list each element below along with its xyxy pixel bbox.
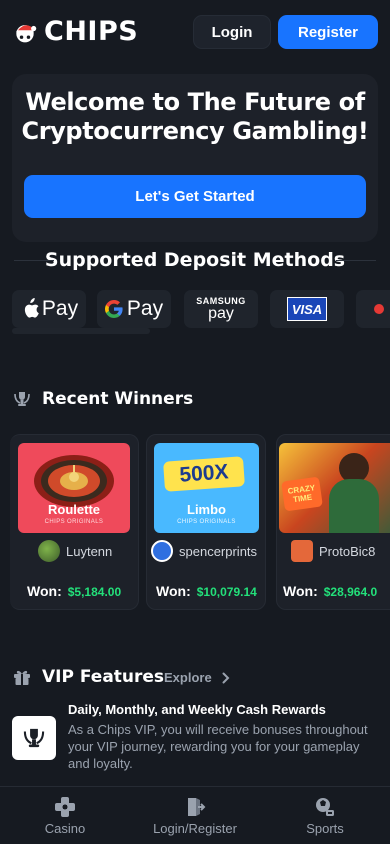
limbo-title: Limbo (187, 502, 226, 517)
winner-card[interactable]: Roulette CHIPS ORIGINALS Luytenn Won: $5… (10, 434, 139, 610)
login-button[interactable]: Login (193, 15, 271, 49)
avatar (151, 540, 173, 562)
recent-winners-title: Recent Winners (42, 389, 194, 409)
samsung-pay-card[interactable]: SAMSUNG pay (184, 290, 258, 328)
chips-logo[interactable]: CHIPS (12, 16, 138, 47)
samsung-pay-bottom-text: pay (208, 305, 234, 322)
won-label: Won: (27, 583, 62, 599)
recent-winners-carousel[interactable]: Roulette CHIPS ORIGINALS Luytenn Won: $5… (0, 434, 390, 612)
vip-feature-description: As a Chips VIP, you will receive bonuses… (68, 722, 368, 771)
limbo-game-thumbnail[interactable]: 500X Limbo CHIPS ORIGINALS (154, 443, 259, 533)
get-started-button[interactable]: Let's Get Started (24, 175, 366, 218)
sports-icon (316, 798, 334, 816)
visa-icon: VISA (287, 297, 327, 321)
deposit-methods-title: Supported Deposit Methods (44, 249, 346, 271)
won-amount: $28,964.0 (323, 585, 378, 599)
crazy-time-text: CRAZY TIME (287, 483, 316, 505)
winner-card[interactable]: CRAZY TIME ProtoBic8 Won: $28,964.0 (276, 434, 390, 610)
carousel-scrollbar[interactable] (12, 328, 150, 334)
roulette-subtitle: CHIPS ORIGINALS (44, 519, 104, 525)
hero-title: Welcome to The Future of Cryptocurrency … (12, 88, 378, 146)
limbo-subtitle: CHIPS ORIGINALS (177, 519, 236, 525)
avatar (38, 540, 60, 562)
vip-feature-title: Daily, Monthly, and Weekly Cash Rewards (68, 702, 326, 717)
host-body (329, 479, 379, 533)
deposit-methods-carousel[interactable]: Pay Pay SAMSUNG pay VISA (0, 290, 390, 330)
winner-user: Luytenn (38, 540, 112, 562)
winner-amount-row: Won: $10,079.14 (156, 583, 257, 599)
limbo-badge-text: 500X (178, 460, 230, 487)
winner-card[interactable]: 500X Limbo CHIPS ORIGINALS spencerprints… (146, 434, 266, 610)
vip-features-title: VIP Features (42, 667, 165, 687)
chevron-right-icon (222, 672, 230, 683)
nav-item-casino[interactable]: Casino (30, 787, 100, 844)
gift-icon (14, 670, 30, 685)
hero-title-line-2: Cryptocurrency Gambling! (21, 117, 369, 145)
nav-item-sports[interactable]: Sports (290, 787, 360, 844)
vip-feature-icon-box (12, 716, 56, 760)
recent-winners-heading: Recent Winners (12, 389, 193, 409)
won-label: Won: (156, 583, 191, 599)
nav-item-login-register[interactable]: Login/Register (140, 787, 250, 844)
hero-title-line-1: Welcome to The Future of (25, 88, 365, 116)
visa-text: VISA (291, 301, 323, 317)
google-pay-card[interactable]: Pay (97, 290, 171, 328)
next-payment-card[interactable] (356, 290, 390, 328)
google-pay-text: Pay (126, 297, 164, 320)
santa-hat-logo-icon (16, 24, 37, 42)
apple-pay-text: Pay (41, 297, 79, 320)
won-amount: $5,184.00 (67, 585, 122, 599)
winner-amount-row: Won: $5,184.00 (27, 583, 121, 599)
nav-label-casino: Casino (44, 821, 86, 836)
winner-username: Luytenn (66, 543, 113, 559)
vip-feature-item: Daily, Monthly, and Weekly Cash Rewards … (12, 700, 382, 780)
register-button[interactable]: Register (278, 15, 378, 49)
logo-text: CHIPS (44, 16, 139, 47)
crazy-time-game-thumbnail[interactable]: CRAZY TIME (279, 443, 390, 533)
bottom-navigation: Casino Login/Register Sports (0, 786, 390, 844)
limbo-badge: 500X (163, 456, 245, 492)
casino-icon (55, 797, 75, 817)
divider-right (336, 260, 376, 261)
nav-label-sports: Sports (306, 821, 344, 836)
trophy-wreath-icon (14, 392, 30, 406)
apple-pay-card[interactable]: Pay (12, 290, 86, 328)
trophy-icon (23, 728, 45, 748)
apple-pay-icon (24, 298, 39, 318)
won-amount: $10,079.14 (196, 585, 257, 599)
welcome-hero-card: Welcome to The Future of Cryptocurrency … (12, 74, 378, 242)
avatar (291, 540, 313, 562)
google-pay-icon (104, 300, 123, 318)
nav-label-login-register: Login/Register (153, 821, 237, 836)
login-icon (188, 798, 206, 816)
crazy-time-logo: CRAZY TIME (281, 476, 323, 512)
explore-label: Explore (164, 670, 212, 685)
roulette-game-thumbnail[interactable]: Roulette CHIPS ORIGINALS (18, 443, 130, 533)
won-label: Won: (283, 583, 318, 599)
roulette-title: Roulette (48, 502, 100, 517)
visa-card[interactable]: VISA (270, 290, 344, 328)
winner-amount-row: Won: $28,964.0 (283, 583, 377, 599)
deposit-methods-heading: Supported Deposit Methods (0, 248, 390, 272)
vip-features-heading: VIP Features (12, 667, 164, 687)
winner-user: ProtoBic8 (291, 540, 375, 562)
vip-explore-link[interactable]: Explore (164, 670, 230, 685)
winner-username: ProtoBic8 (319, 543, 376, 559)
divider-left (14, 260, 54, 261)
winner-user: spencerprints (151, 540, 257, 562)
winner-username: spencerprints (179, 543, 258, 559)
mastercard-icon (374, 304, 384, 314)
top-header: CHIPS Login Register (0, 0, 390, 64)
